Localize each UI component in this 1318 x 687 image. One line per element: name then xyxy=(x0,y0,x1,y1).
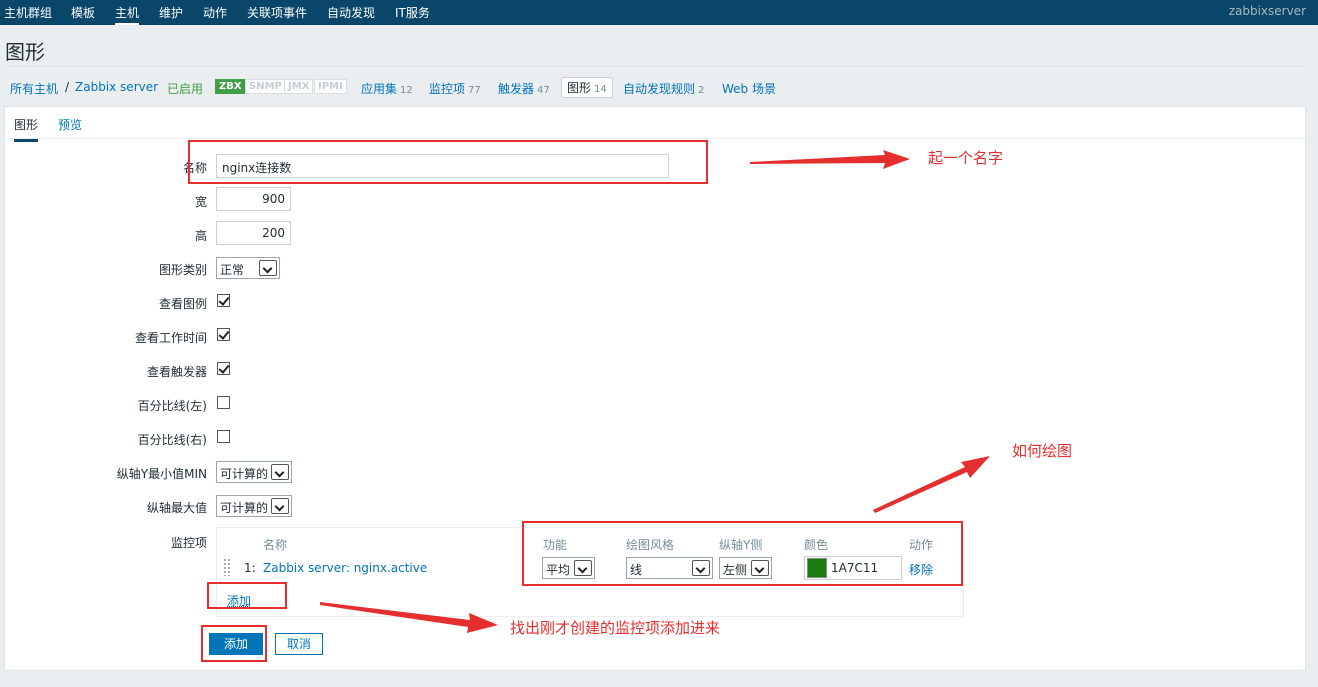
annotation-draw-note: 如何绘图 xyxy=(1012,442,1073,460)
annotation-item-note: 找出刚才创建的监控项添加进来 xyxy=(510,619,721,637)
arrow-to-name-note xyxy=(750,150,910,169)
annotation-name-note: 起一个名字 xyxy=(928,149,1004,167)
annotation-arrows xyxy=(320,150,990,633)
arrow-to-draw-note xyxy=(873,456,990,513)
arrow-to-item-note xyxy=(320,602,498,633)
